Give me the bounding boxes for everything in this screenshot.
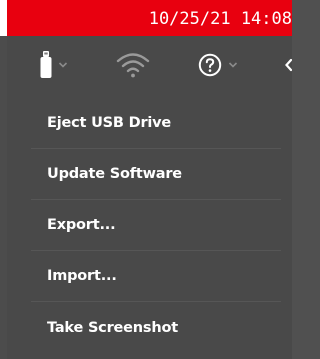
datetime-display: 10/25/21 14:08: [148, 9, 292, 29]
corner-block: [0, 0, 7, 36]
app-window: 10/25/21 14:08 Eject USB Drive Update So…: [0, 0, 292, 359]
chevron-down-icon: [228, 61, 238, 69]
help-button[interactable]: [198, 50, 238, 80]
wifi-button[interactable]: [116, 50, 150, 80]
help-icon: [198, 53, 222, 77]
chevron-down-icon: [58, 61, 68, 69]
menu-item-import[interactable]: Import...: [31, 251, 281, 302]
menu-item-update-software[interactable]: Update Software: [31, 149, 281, 200]
dropdown-panel: Eject USB Drive Update Software Export..…: [7, 36, 292, 359]
wifi-icon: [116, 52, 150, 78]
menu-list: Eject USB Drive Update Software Export..…: [31, 98, 281, 353]
usb-drive-button[interactable]: [40, 50, 68, 80]
menu-item-eject-usb[interactable]: Eject USB Drive: [31, 98, 281, 149]
status-bar: 10/25/21 14:08: [7, 0, 292, 36]
menu-item-export[interactable]: Export...: [31, 200, 281, 251]
next-button[interactable]: [285, 50, 292, 80]
menu-item-take-screenshot[interactable]: Take Screenshot: [31, 302, 281, 353]
arrow-icon: [285, 58, 292, 72]
toolbar: [7, 36, 292, 94]
usb-drive-icon: [40, 51, 52, 79]
